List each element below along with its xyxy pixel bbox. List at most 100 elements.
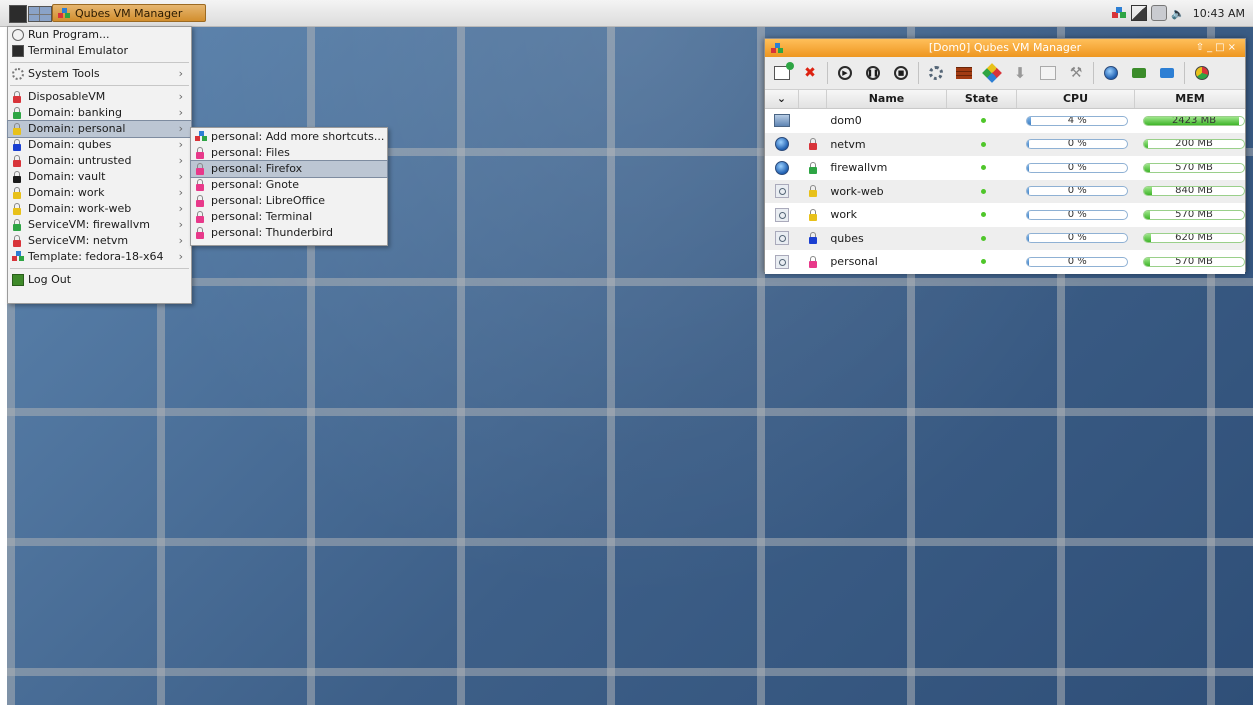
table-row[interactable]: firewallvm 0 % 570 MB [765, 156, 1245, 180]
vm-name: work [830, 208, 857, 222]
submenu-item-gnote[interactable]: personal: Gnote [191, 177, 387, 193]
menu-item-label: Log Out [28, 273, 72, 286]
column-cpu[interactable]: CPU [1017, 90, 1135, 108]
submenu-item-libreoffice[interactable]: personal: LibreOffice [191, 193, 387, 209]
global-settings-button[interactable] [1100, 62, 1122, 84]
menu-item-servicevm-netvm[interactable]: ServiceVM: netvm › [8, 233, 191, 249]
window-titlebar[interactable]: [Dom0] Qubes VM Manager ⇧_□× [765, 39, 1245, 57]
mem-usage-bar: 570 MB [1143, 162, 1245, 173]
vm-manager-window: [Dom0] Qubes VM Manager ⇧_□× ✖ ▶ ❚❚ ■ ⬇ … [764, 38, 1246, 274]
menu-item-domain-qubes[interactable]: Domain: qubes › [8, 137, 191, 153]
close-icon[interactable]: × [1228, 42, 1239, 53]
menu-item-label: Domain: work [28, 186, 105, 199]
table-row[interactable]: work-web 0 % 840 MB [765, 179, 1245, 203]
lock-icon [13, 171, 21, 183]
taskbar-button-vm-manager[interactable]: Qubes VM Manager [52, 4, 206, 22]
workspace-pager[interactable] [28, 6, 52, 22]
menu-item-terminal-emulator[interactable]: Terminal Emulator [8, 43, 191, 59]
stop-icon: ■ [894, 66, 908, 80]
run-command-button[interactable] [1037, 62, 1059, 84]
qubes-tray-icon[interactable] [1111, 5, 1127, 21]
submenu-item-thunderbird[interactable]: personal: Thunderbird [191, 225, 387, 241]
menu-item-domain-banking[interactable]: Domain: banking › [8, 105, 191, 121]
submenu-item-firefox[interactable]: personal: Firefox [190, 160, 388, 178]
menu-item-label: Domain: work-web [28, 202, 132, 215]
network-signal-icon[interactable] [1131, 5, 1148, 21]
lock-icon [196, 163, 204, 175]
menu-item-domain-vault[interactable]: Domain: vault › [8, 169, 191, 185]
maximize-icon[interactable]: □ [1215, 42, 1227, 53]
cpu-value: 0 % [1067, 233, 1087, 244]
submenu-item-label: personal: Thunderbird [211, 226, 333, 239]
chevron-right-icon: › [178, 90, 183, 103]
system-tray: 🔈 10:43 AM [1111, 4, 1245, 22]
clipboard-icon[interactable] [1151, 5, 1168, 21]
submenu-item-files[interactable]: personal: Files [191, 145, 387, 161]
menu-item-system-tools[interactable]: System Tools › [8, 66, 191, 82]
column-name[interactable]: Name [827, 90, 947, 108]
clock[interactable]: 10:43 AM [1193, 7, 1245, 20]
column-state[interactable]: State [947, 90, 1017, 108]
menu-item-domain-personal[interactable]: Domain: personal › [7, 120, 192, 138]
remove-vm-button[interactable]: ✖ [799, 62, 821, 84]
play-icon: ▶ [838, 66, 852, 80]
menu-item-domain-untrusted[interactable]: Domain: untrusted › [8, 153, 191, 169]
submenu-item-terminal[interactable]: personal: Terminal [191, 209, 387, 225]
update-vm-button[interactable]: ⬇ [1009, 62, 1031, 84]
column-mem[interactable]: MEM [1135, 90, 1245, 108]
show-all-vms-button[interactable] [1191, 62, 1213, 84]
globe-icon [1104, 66, 1118, 80]
running-status-icon [981, 188, 987, 194]
monitor-icon [773, 114, 790, 128]
lock-icon [196, 147, 204, 159]
top-panel: Qubes VM Manager 🔈 10:43 AM [0, 0, 1253, 27]
table-row[interactable]: personal 0 % 570 MB [765, 250, 1245, 274]
submenu-item-label: personal: Firefox [211, 162, 303, 175]
menu-item-log-out[interactable]: Log Out [8, 272, 191, 288]
menu-item-template-fedora[interactable]: Template: fedora-18-x64 › [8, 249, 191, 265]
vm-settings-button[interactable] [925, 62, 947, 84]
submenu-item-label: personal: Gnote [211, 178, 300, 191]
volume-icon[interactable]: 🔈 [1171, 7, 1185, 20]
tools-button[interactable]: ⚒ [1065, 62, 1087, 84]
create-vm-button[interactable] [771, 62, 794, 84]
running-status-icon [981, 259, 987, 265]
menu-item-domain-work[interactable]: Domain: work › [8, 185, 191, 201]
start-vm-button[interactable]: ▶ [834, 62, 856, 84]
menu-item-domain-work-web[interactable]: Domain: work-web › [8, 201, 191, 217]
column-expand[interactable]: ⌄ [765, 90, 799, 108]
minimize-icon[interactable]: _ [1207, 42, 1215, 53]
column-label[interactable] [799, 90, 827, 108]
mem-value: 620 MB [1175, 233, 1213, 244]
shade-icon[interactable]: ⇧ [1196, 42, 1207, 53]
pause-vm-button[interactable]: ❚❚ [862, 62, 884, 84]
cpu-usage-bar: 0 % [1026, 139, 1129, 150]
vm-name: qubes [830, 231, 864, 245]
shutdown-vm-button[interactable]: ■ [890, 62, 912, 84]
mem-value: 570 MB [1175, 209, 1213, 220]
table-row[interactable]: qubes 0 % 620 MB [765, 226, 1245, 250]
lock-icon [13, 155, 21, 167]
menu-item-run-program[interactable]: Run Program... [8, 27, 191, 43]
table-row[interactable]: netvm 0 % 200 MB [765, 132, 1245, 156]
mem-usage-bar: 200 MB [1143, 139, 1245, 150]
table-row[interactable]: work 0 % 570 MB [765, 203, 1245, 227]
main-menu-button[interactable] [9, 5, 27, 23]
firewall-button[interactable] [953, 62, 975, 84]
start-menu: Run Program... Terminal Emulator System … [7, 26, 192, 304]
toolbar-separator [1184, 62, 1185, 84]
qubes-icon [58, 8, 70, 18]
app-menu-button[interactable] [981, 62, 1003, 84]
wrench-icon: ⚒ [1069, 65, 1083, 81]
restore-button[interactable] [1156, 62, 1178, 84]
menu-separator [10, 85, 189, 86]
backup-button[interactable] [1128, 62, 1150, 84]
menu-item-servicevm-firewallvm[interactable]: ServiceVM: firewallvm › [8, 217, 191, 233]
logout-icon [12, 274, 24, 286]
menu-item-label: Domain: vault [28, 170, 106, 183]
menu-item-disposablevm[interactable]: DisposableVM › [8, 89, 191, 105]
menu-item-label: Domain: untrusted [28, 154, 132, 167]
lock-icon [808, 161, 817, 174]
table-row[interactable]: dom0 4 % 2423 MB [765, 109, 1245, 133]
submenu-item-add-shortcuts[interactable]: personal: Add more shortcuts... [191, 129, 387, 145]
